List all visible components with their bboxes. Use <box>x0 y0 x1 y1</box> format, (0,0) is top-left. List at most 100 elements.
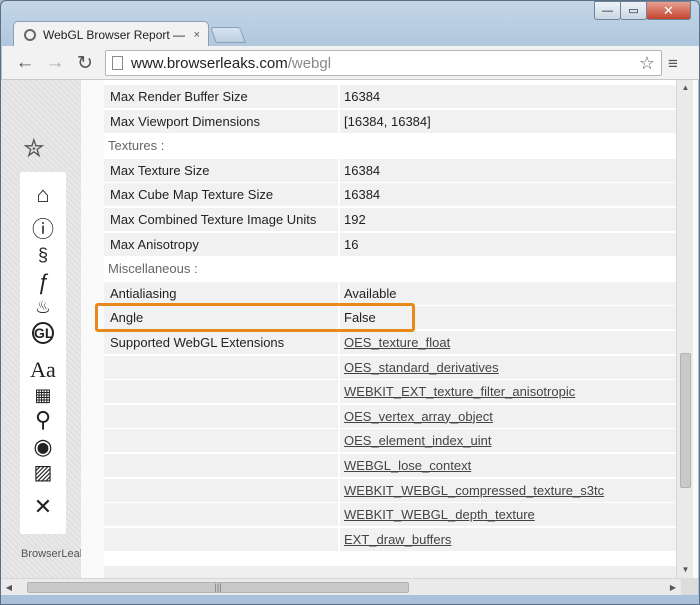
image-icon[interactable]: ▨ <box>20 460 66 486</box>
extension-row: OES_vertex_array_object <box>104 404 676 429</box>
angle-row-highlight <box>95 303 415 332</box>
extension-row: OES_element_index_uint <box>104 429 676 454</box>
home-icon[interactable]: ⌂ <box>20 182 66 208</box>
table-row: Max Viewport Dimensions [16384, 16384] <box>104 109 676 134</box>
section-label: Miscellaneous : <box>104 257 676 282</box>
row-label: Max Cube Map Texture Size <box>104 183 338 208</box>
table-row: Max Cube Map Texture Size 16384 <box>104 183 676 208</box>
extension-label-cell <box>104 380 338 405</box>
firewall-icon[interactable]: ▦ <box>20 382 66 408</box>
section-header: Textures : <box>104 134 676 159</box>
extension-cell: EXT_draw_buffers <box>340 527 676 552</box>
vertical-scrollbar[interactable]: ▲ ▼ <box>676 80 693 578</box>
table-row: Max Combined Texture Image Units 192 <box>104 208 676 232</box>
java-icon[interactable]: ♨ <box>20 294 66 320</box>
page-icon <box>112 56 123 70</box>
eye-icon[interactable]: ◉ <box>20 434 66 460</box>
scroll-right-arrow[interactable]: ▶ <box>665 579 681 596</box>
extension-row: OES_texture_float <box>104 331 676 355</box>
sidebar-nav: ⌂ ⓘ § ƒ ♨ GL Aa ▦ ⚲ ◉ ▨ ✕ <box>20 172 66 534</box>
extension-row: OES_standard_derivatives <box>104 355 676 380</box>
extension-row: WEBKIT_WEBGL_depth_texture <box>104 503 676 528</box>
geolocation-icon[interactable]: ⚲ <box>20 407 66 433</box>
extension-row: WEBGL_lose_context <box>104 454 676 478</box>
section-label: Textures : <box>104 134 676 159</box>
extension-link[interactable]: OES_element_index_uint <box>344 433 491 448</box>
extension-cell: WEBKIT_EXT_texture_filter_anisotropic <box>340 380 676 405</box>
extension-label-cell <box>104 404 338 429</box>
new-tab-button[interactable] <box>210 27 246 43</box>
extension-cell: OES_texture_float <box>340 331 676 355</box>
row-value: 16384 <box>340 85 676 109</box>
extension-label-cell <box>104 429 338 454</box>
extension-label-cell <box>104 478 338 503</box>
row-value: [16384, 16384] <box>340 109 676 134</box>
table-row: Max Render Buffer Size 16384 <box>104 85 676 109</box>
menu-icon[interactable]: ≡ <box>668 54 678 74</box>
webgl-icon[interactable]: GL <box>20 320 66 346</box>
tab-close-icon[interactable]: × <box>194 29 200 41</box>
horizontal-scroll-thumb[interactable]: ||| <box>27 582 409 593</box>
tools-icon[interactable]: ✕ <box>20 494 66 520</box>
table-row: Max Anisotropy 16 <box>104 232 676 257</box>
scroll-left-arrow[interactable]: ◀ <box>1 579 17 596</box>
extension-label-cell <box>104 527 338 552</box>
row-value: 192 <box>340 208 676 232</box>
brand-text: BrowserLeaks <box>21 548 81 560</box>
forward-button[interactable]: → <box>44 52 66 74</box>
flash-icon[interactable]: ƒ <box>20 269 66 295</box>
extension-cell: WEBKIT_WEBGL_depth_texture <box>340 503 676 528</box>
extension-label-cell <box>104 454 338 478</box>
extension-link[interactable]: WEBKIT_WEBGL_depth_texture <box>344 507 535 522</box>
horizontal-scrollbar[interactable]: ◀ ||| ▶ <box>1 578 681 595</box>
url-path: /webgl <box>287 54 332 72</box>
extension-row: WEBKIT_EXT_texture_filter_anisotropic <box>104 380 676 405</box>
row-value: 16 <box>340 232 676 257</box>
font-icon[interactable]: Aa <box>20 357 66 383</box>
extension-link[interactable]: WEBKIT_EXT_texture_filter_anisotropic <box>344 384 575 399</box>
tab-title: WebGL Browser Report — <box>43 27 186 42</box>
section-header: Miscellaneous : <box>104 257 676 282</box>
extension-cell: WEBGL_lose_context <box>340 454 676 478</box>
table-row: Max Texture Size 16384 <box>104 158 676 183</box>
extension-link[interactable]: OES_texture_float <box>344 335 450 350</box>
scrollbar-corner <box>681 578 698 595</box>
extension-link[interactable]: WEBKIT_WEBGL_compressed_texture_s3tc <box>344 483 604 498</box>
extension-link[interactable]: WEBGL_lose_context <box>344 458 471 473</box>
row-value: 16384 <box>340 183 676 208</box>
maximize-button[interactable]: ▭ <box>620 1 647 20</box>
bookmark-star-icon[interactable]: ☆ <box>639 53 655 74</box>
window-controls: — ▭ ✕ <box>594 1 691 20</box>
info-icon[interactable]: ⓘ <box>20 217 66 243</box>
extension-link[interactable]: EXT_draw_buffers <box>344 532 451 547</box>
extension-cell: OES_element_index_uint <box>340 429 676 454</box>
pin-icon[interactable]: ✮ <box>23 133 45 164</box>
address-bar[interactable]: www.browserleaks.com/webgl ☆ <box>105 50 662 76</box>
url-host: www.browserleaks.com <box>131 54 288 72</box>
extension-link[interactable]: OES_standard_derivatives <box>344 360 499 375</box>
extension-cell: WEBKIT_WEBGL_compressed_texture_s3tc <box>340 478 676 503</box>
vertical-scroll-thumb[interactable] <box>680 353 691 488</box>
row-label: Max Anisotropy <box>104 232 338 257</box>
extension-row: EXT_draw_buffers <box>104 527 676 552</box>
extension-cell: OES_vertex_array_object <box>340 404 676 429</box>
browser-tab[interactable]: WebGL Browser Report — × <box>13 21 209 47</box>
script-icon[interactable]: § <box>20 242 66 268</box>
row-label: Max Texture Size <box>104 158 338 183</box>
close-window-button[interactable]: ✕ <box>646 1 691 20</box>
extension-link[interactable]: OES_vertex_array_object <box>344 409 493 424</box>
extension-label-cell <box>104 355 338 380</box>
bottom-strip <box>104 566 676 578</box>
row-label: Max Render Buffer Size <box>104 85 338 109</box>
minimize-button[interactable]: — <box>594 1 621 20</box>
extension-label-cell <box>104 503 338 528</box>
row-value: 16384 <box>340 158 676 183</box>
back-button[interactable]: ← <box>14 52 36 74</box>
row-label: Max Viewport Dimensions <box>104 109 338 134</box>
row-label: Max Combined Texture Image Units <box>104 208 338 232</box>
extension-row: WEBKIT_WEBGL_compressed_texture_s3tc <box>104 478 676 503</box>
scroll-up-arrow[interactable]: ▲ <box>677 80 694 96</box>
tab-favicon-icon <box>24 28 36 41</box>
scroll-down-arrow[interactable]: ▼ <box>677 562 694 578</box>
reload-button[interactable]: ↻ <box>74 52 96 74</box>
